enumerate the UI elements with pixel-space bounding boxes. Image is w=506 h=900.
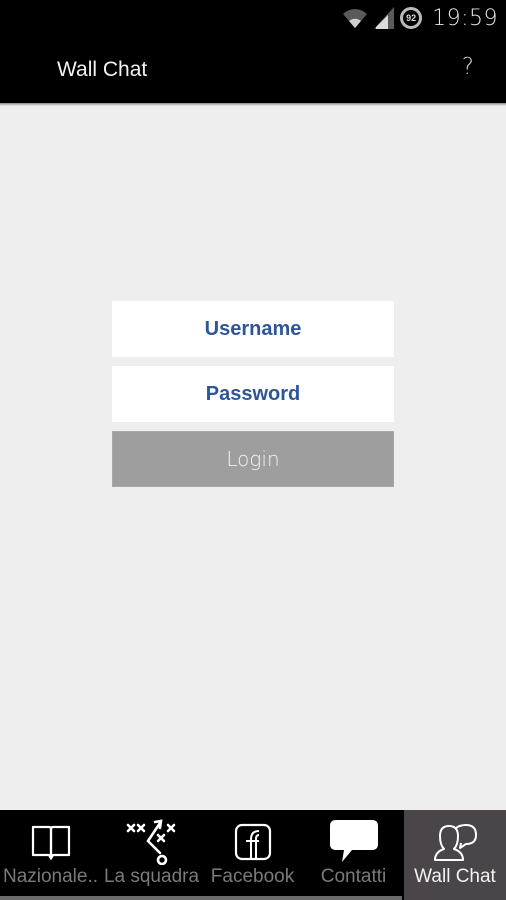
tab-contatti[interactable]: Contatti bbox=[303, 810, 404, 900]
facebook-icon bbox=[234, 810, 272, 868]
action-bar: Wall Chat ? bbox=[0, 36, 506, 104]
login-button-label: Login bbox=[226, 447, 280, 471]
login-button[interactable]: Login bbox=[112, 431, 394, 487]
main-content: Login bbox=[0, 106, 506, 810]
login-form: Login bbox=[112, 301, 394, 487]
tab-wall-chat[interactable]: Wall Chat bbox=[404, 810, 506, 900]
users-chat-icon bbox=[432, 810, 478, 868]
tab-label: La squadra bbox=[103, 866, 200, 887]
password-input[interactable] bbox=[112, 366, 394, 422]
tab-nazionale[interactable]: Nazionale.. bbox=[0, 810, 101, 900]
tab-la-squadra[interactable]: La squadra bbox=[101, 810, 202, 900]
status-icons: 92 19:59 bbox=[342, 4, 498, 32]
wifi-icon bbox=[343, 9, 368, 28]
book-icon bbox=[30, 810, 72, 868]
bottom-tab-bar: Nazionale.. La squadra Facebook Contatti… bbox=[0, 810, 506, 900]
status-time: 19:59 bbox=[432, 5, 498, 31]
tab-label: Wall Chat bbox=[414, 866, 496, 887]
page-title: Wall Chat bbox=[57, 58, 148, 81]
status-bar: 92 19:59 bbox=[0, 0, 506, 36]
username-input[interactable] bbox=[112, 301, 394, 357]
help-button[interactable]: ? bbox=[462, 54, 474, 80]
tab-label: Contatti bbox=[320, 866, 387, 887]
tab-label: Nazionale.. bbox=[2, 866, 99, 887]
speech-bubble-icon bbox=[328, 810, 380, 868]
playbook-icon bbox=[124, 810, 180, 868]
battery-level: 92 bbox=[406, 13, 417, 23]
tab-label: Facebook bbox=[210, 866, 295, 887]
battery-icon: 92 bbox=[400, 7, 423, 29]
tab-facebook[interactable]: Facebook bbox=[202, 810, 303, 900]
cell-signal-icon bbox=[374, 7, 395, 29]
